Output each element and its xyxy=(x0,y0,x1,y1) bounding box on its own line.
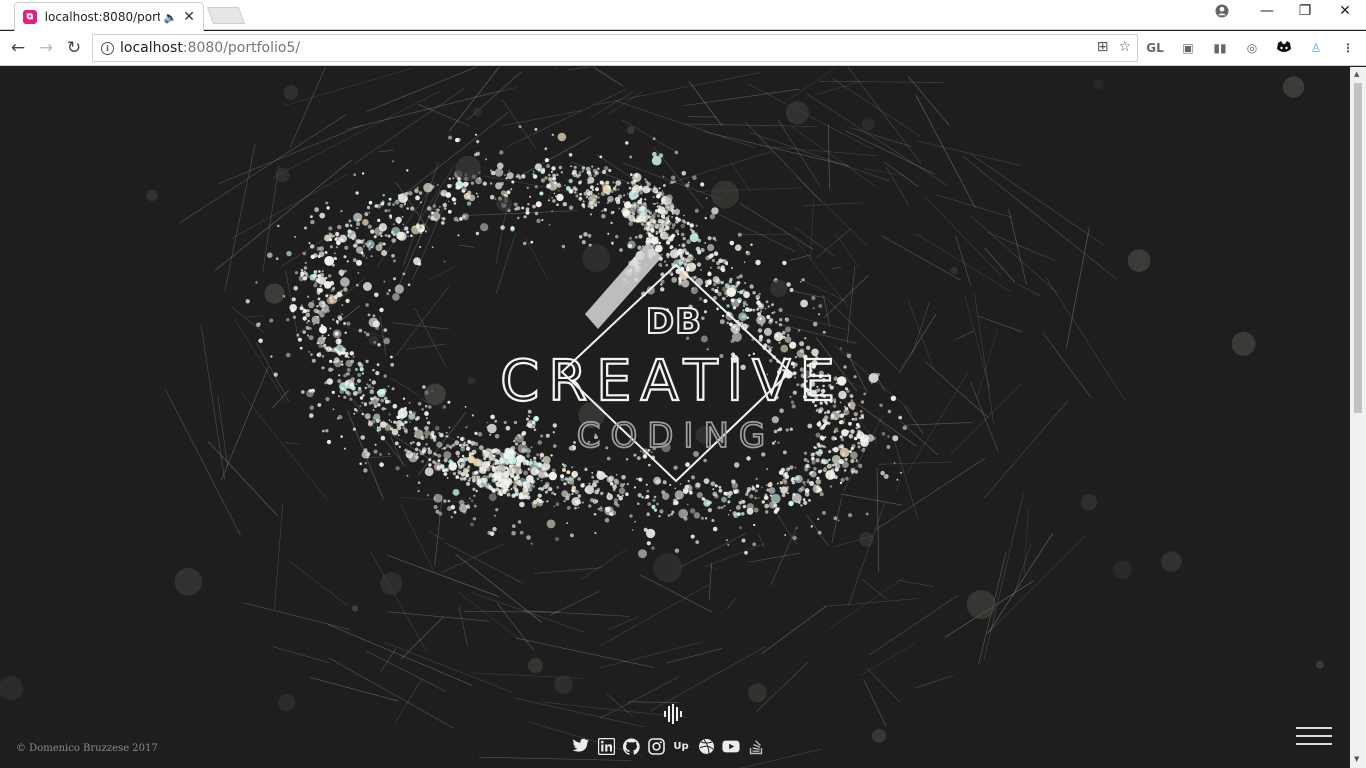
profile-icon[interactable] xyxy=(1202,0,1242,22)
extension-columns-icon[interactable]: ▮▮ xyxy=(1210,39,1230,57)
tab-strip: ⧉ localhost:8080/portfolio5/ 🔈 ✕ — ❐ ✕ xyxy=(0,0,1366,31)
logo-title-creative: CREATIVE xyxy=(500,349,844,414)
logo-initials: DB xyxy=(646,302,702,342)
close-window-button[interactable]: ✕ xyxy=(1325,0,1365,22)
scroll-down-arrow-icon[interactable]: ▼ xyxy=(1354,755,1359,763)
browser-tab[interactable]: ⧉ localhost:8080/portfolio5/ 🔈 ✕ xyxy=(14,2,204,31)
extension-gl-icon[interactable]: GL xyxy=(1145,39,1165,57)
tab-title: localhost:8080/portfolio5/ xyxy=(44,10,160,24)
upwork-icon[interactable]: Up xyxy=(672,737,690,755)
speaker-icon[interactable]: 🔈 xyxy=(164,11,178,24)
logo-title-coding: CODING xyxy=(577,416,776,456)
audio-toggle-button[interactable] xyxy=(662,703,684,725)
minimize-button[interactable]: — xyxy=(1247,0,1287,22)
browser-toolbar: ← → ↻ i localhost:8080/portfolio5/ ⊞ ☆ G… xyxy=(0,31,1366,66)
instagram-icon[interactable] xyxy=(647,737,665,755)
url-path: :8080/portfolio5/ xyxy=(182,40,301,56)
linkedin-icon[interactable] xyxy=(597,737,615,755)
sound-bars-icon xyxy=(664,704,682,724)
dribbble-icon[interactable] xyxy=(697,737,715,755)
page-content: DB CREATIVE CODING © Domenico Bruzzese 2… xyxy=(0,67,1350,768)
reload-button[interactable]: ↻ xyxy=(62,37,86,59)
scroll-thumb[interactable] xyxy=(1354,83,1362,413)
twitter-icon[interactable] xyxy=(572,737,590,755)
address-bar[interactable]: i localhost:8080/portfolio5/ ⊞ ☆ xyxy=(92,34,1138,62)
page-scrollbar[interactable]: ▲ ▼ xyxy=(1350,67,1366,768)
favicon-icon: ⧉ xyxy=(23,10,37,24)
stackoverflow-icon[interactable] xyxy=(747,737,765,755)
restore-button[interactable]: ❐ xyxy=(1285,0,1325,22)
extension-screen-icon[interactable]: ▣ xyxy=(1178,39,1198,57)
youtube-icon[interactable] xyxy=(722,737,740,755)
social-links: Up xyxy=(572,737,765,755)
menu-line-icon xyxy=(1296,743,1332,745)
close-tab-icon[interactable]: ✕ xyxy=(183,9,195,25)
translate-icon[interactable]: ⊞ xyxy=(1097,39,1109,55)
menu-line-icon xyxy=(1296,735,1332,737)
extension-person-icon[interactable]: ♙ xyxy=(1306,39,1326,57)
menu-dots-icon[interactable]: ⋮ xyxy=(1338,39,1358,57)
new-tab-button[interactable] xyxy=(206,7,246,24)
back-button[interactable]: ← xyxy=(6,37,30,59)
scroll-up-arrow-icon[interactable]: ▲ xyxy=(1354,70,1359,78)
forward-button[interactable]: → xyxy=(34,37,58,59)
extension-github-icon[interactable] xyxy=(1274,39,1294,57)
creative-coding-logo[interactable]: DB CREATIVE CODING xyxy=(0,67,1350,768)
copyright-text: © Domenico Bruzzese 2017 xyxy=(16,743,158,754)
info-icon[interactable]: i xyxy=(101,41,114,55)
menu-line-icon xyxy=(1296,727,1332,729)
extension-chromatic-icon[interactable]: ◎ xyxy=(1242,39,1262,57)
bookmark-star-icon[interactable]: ☆ xyxy=(1118,39,1131,55)
github-icon[interactable] xyxy=(622,737,640,755)
hamburger-menu-button[interactable] xyxy=(1296,727,1332,749)
url-host: localhost xyxy=(120,40,183,56)
